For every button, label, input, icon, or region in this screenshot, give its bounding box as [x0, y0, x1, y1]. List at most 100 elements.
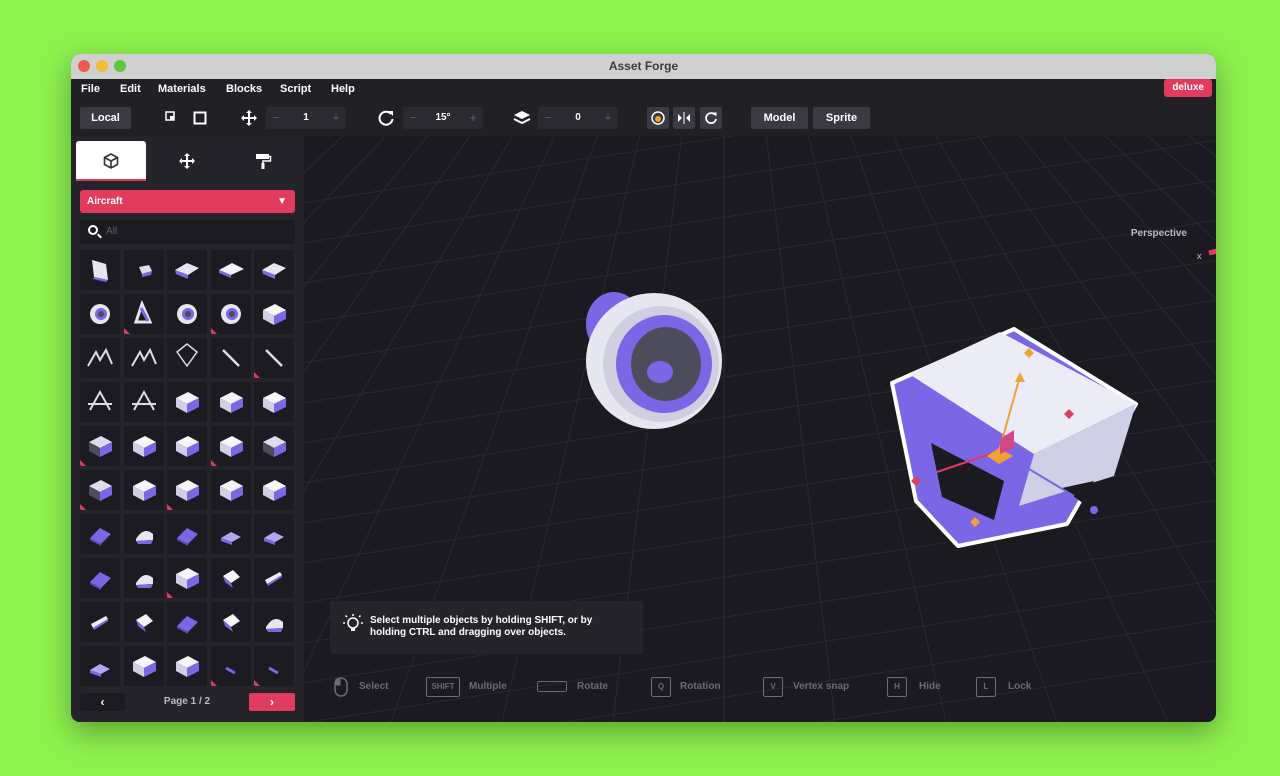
model-button[interactable]: Model: [751, 107, 808, 129]
category-dropdown[interactable]: Aircraft ▼: [80, 190, 295, 213]
move-step-increase[interactable]: +: [326, 107, 346, 129]
block-thumbnail[interactable]: [210, 338, 251, 378]
block-thumbnail[interactable]: [210, 558, 251, 598]
deluxe-corner-marker: [254, 372, 260, 378]
block-thumbnail[interactable]: [80, 646, 120, 686]
block-search-input[interactable]: All: [80, 220, 295, 244]
block-preview-icon: [265, 572, 282, 586]
next-page-button[interactable]: ›: [249, 693, 295, 711]
block-thumbnail[interactable]: [254, 294, 294, 334]
block-library-panel: Aircraft ▼ All ‹ Page 1 / 2 ›: [71, 136, 304, 722]
block-preview-icon: [218, 263, 244, 278]
layer-stepper[interactable]: − 0 +: [538, 107, 618, 129]
pivot-toggle-icon[interactable]: [163, 107, 181, 129]
block-thumbnail[interactable]: [254, 646, 294, 686]
block-thumbnail[interactable]: [210, 514, 251, 554]
block-thumbnail[interactable]: [254, 514, 294, 554]
block-thumbnail[interactable]: [254, 426, 294, 466]
block-thumbnail[interactable]: [167, 426, 207, 466]
layer-decrease[interactable]: −: [538, 107, 558, 129]
view-mode-label[interactable]: Perspective: [1131, 228, 1187, 239]
block-thumbnail[interactable]: [80, 602, 120, 642]
block-thumbnail[interactable]: [123, 470, 164, 510]
block-thumbnail[interactable]: [254, 250, 294, 290]
block-thumbnail[interactable]: [167, 250, 207, 290]
shortcut-select: Select: [334, 677, 388, 697]
block-thumbnail[interactable]: [210, 646, 251, 686]
block-preview-icon: [130, 347, 157, 367]
block-thumbnail[interactable]: [254, 338, 294, 378]
menu-edit[interactable]: Edit: [120, 83, 141, 95]
block-thumbnail[interactable]: [210, 250, 251, 290]
tab-transform[interactable]: [152, 141, 222, 181]
block-thumbnail[interactable]: [210, 294, 251, 334]
block-thumbnail[interactable]: [167, 514, 207, 554]
block-thumbnail[interactable]: [123, 602, 164, 642]
block-thumbnail[interactable]: [80, 382, 120, 422]
block-thumbnail[interactable]: [80, 426, 120, 466]
rotate-icon: [376, 107, 396, 129]
block-thumbnail[interactable]: [80, 558, 120, 598]
block-thumbnail[interactable]: [123, 382, 164, 422]
move-step-decrease[interactable]: −: [266, 107, 286, 129]
block-thumbnail[interactable]: [80, 470, 120, 510]
block-preview-icon: [220, 532, 241, 545]
block-thumbnail[interactable]: [123, 514, 164, 554]
shortcut-label: Multiple: [469, 681, 507, 692]
jet-engine-object[interactable]: [586, 292, 722, 429]
tab-paint[interactable]: [228, 141, 298, 181]
block-thumbnail[interactable]: [210, 470, 251, 510]
block-thumbnail[interactable]: [254, 602, 294, 642]
block-preview-icon: [263, 436, 286, 457]
block-preview-icon: [220, 304, 241, 324]
menu-help[interactable]: Help: [331, 83, 355, 95]
rotate-step-stepper[interactable]: − 15° +: [403, 107, 483, 129]
block-thumbnail[interactable]: [167, 382, 207, 422]
block-thumbnail[interactable]: [167, 646, 207, 686]
pivot-snap-icon[interactable]: [647, 107, 669, 129]
reset-rotation-icon[interactable]: [700, 107, 722, 129]
block-thumbnail[interactable]: [123, 426, 164, 466]
cube-icon: [103, 153, 119, 169]
block-thumbnail[interactable]: [123, 338, 164, 378]
block-thumbnail[interactable]: [210, 602, 251, 642]
block-thumbnail[interactable]: [254, 382, 294, 422]
block-thumbnail[interactable]: [80, 338, 120, 378]
block-thumbnail[interactable]: [167, 558, 207, 598]
mirror-icon[interactable]: [673, 107, 695, 129]
rotate-step-decrease[interactable]: −: [403, 107, 423, 129]
layer-increase[interactable]: +: [598, 107, 618, 129]
block-thumbnail[interactable]: [167, 338, 207, 378]
block-thumbnail[interactable]: [80, 294, 120, 334]
menu-file[interactable]: File: [81, 83, 100, 95]
3d-viewport[interactable]: y x z Perspective Select multiple object…: [304, 136, 1216, 722]
block-preview-icon: [263, 392, 286, 413]
local-space-button[interactable]: Local: [80, 107, 131, 129]
block-preview-icon: [87, 347, 113, 367]
menu-script[interactable]: Script: [280, 83, 311, 95]
prev-page-button[interactable]: ‹: [80, 693, 125, 711]
tab-blocks[interactable]: [76, 141, 146, 181]
block-thumbnail[interactable]: [80, 514, 120, 554]
block-thumbnail[interactable]: [254, 558, 294, 598]
block-thumbnail[interactable]: [254, 470, 294, 510]
deluxe-badge[interactable]: deluxe: [1164, 79, 1212, 97]
sprite-button[interactable]: Sprite: [813, 107, 870, 129]
block-thumbnail[interactable]: [167, 470, 207, 510]
block-preview-icon: [88, 389, 112, 411]
block-thumbnail[interactable]: [123, 294, 164, 334]
move-step-stepper[interactable]: − 1 +: [266, 107, 346, 129]
menu-blocks[interactable]: Blocks: [226, 83, 262, 95]
block-thumbnail[interactable]: [167, 294, 207, 334]
block-preview-icon: [177, 528, 198, 546]
block-thumbnail[interactable]: [210, 382, 251, 422]
rotate-step-increase[interactable]: +: [463, 107, 483, 129]
block-thumbnail[interactable]: [123, 250, 164, 290]
block-thumbnail[interactable]: [123, 558, 164, 598]
block-thumbnail[interactable]: [167, 602, 207, 642]
bounds-toggle-icon[interactable]: [191, 107, 209, 129]
menu-materials[interactable]: Materials: [158, 83, 206, 95]
block-thumbnail[interactable]: [80, 250, 120, 290]
block-thumbnail[interactable]: [123, 646, 164, 686]
block-thumbnail[interactable]: [210, 426, 251, 466]
